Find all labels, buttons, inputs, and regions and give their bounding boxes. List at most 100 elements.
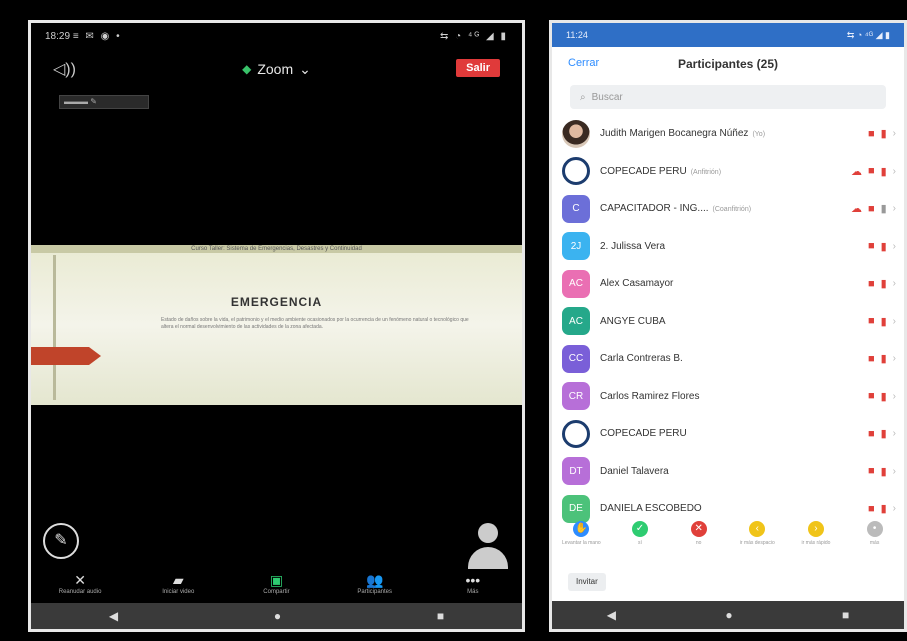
share-icon: ▣ [269,572,284,588]
participant-row[interactable]: CR Carlos Ramirez Flores ■ ▮ › [552,378,904,416]
participant-name-text: Daniel Talavera [600,465,669,477]
reaction-raise-hand[interactable]: ✋ Levantar la mano [556,521,606,561]
reaction-label: ir más rápido [801,540,831,546]
participant-row[interactable]: AC ANGYE CUBA ■ ▮ › [552,303,904,341]
status-bar: 18:29 ≡ ✉ ◉ • ⇆ ◔ ⁴ᴳ ◢ ▮ [31,23,522,49]
meeting-title[interactable]: ◆ Zoom ⌄ [242,61,311,78]
toolbar-label: Compartir [263,589,290,595]
chevron-right-icon: › [892,128,896,140]
slide-decoration [53,255,56,400]
toolbar-participants[interactable]: 👥 Participantes [335,571,415,595]
video-off-icon: ■ [867,240,875,253]
mic-muted-icon: ▮ [880,315,887,328]
participant-status-icons: ■ ▮ › [868,315,896,328]
toolbar-start-video[interactable]: ▰ Iniciar video [138,571,218,595]
speaker-icon[interactable]: ◁)) [53,59,76,79]
mic-muted-icon: ▮ [880,390,887,403]
search-input[interactable]: ⌕ Buscar [570,85,886,109]
participant-name: Carla Contreras B. [600,353,868,364]
mic-off-icon: ✕ [74,572,86,588]
participant-name-text: COPECADE PERU [600,428,687,440]
participant-status-icons: ■ ▮ › [868,390,896,403]
reaction-label: sí [638,540,642,546]
toolbar-share[interactable]: ▣ Compartir [236,571,316,595]
home-icon[interactable]: ● [725,608,732,622]
toolbar-unmute[interactable]: ✕ Reanudar audio [40,571,120,595]
meeting-screen: 18:29 ≡ ✉ ◉ • ⇆ ◔ ⁴ᴳ ◢ ▮ ◁)) ◆ Zoom ⌄ Sa… [28,20,525,632]
participant-name-text: Alex Casamayor [600,278,674,290]
video-off-icon: ■ [867,390,875,403]
participant-row[interactable]: DT Daniel Talavera ■ ▮ › [552,453,904,491]
participant-status-icons: ■ ▮ › [868,465,896,478]
avatar: DE [562,494,590,523]
mic-muted-icon: ▮ [880,353,887,366]
chevron-right-icon: › [892,240,896,252]
participant-name: COPECADE PERU [600,428,868,439]
more-icon: • [866,521,883,537]
search-placeholder: Buscar [591,91,623,103]
back-icon[interactable]: ◀ [109,609,118,623]
participant-role: (Yo) [752,131,766,139]
participants-icon: 👥 [365,572,384,588]
participant-name-text: 2. Julissa Vera [600,240,666,252]
participant-name: Carlos Ramirez Flores [600,391,868,402]
reaction-slower[interactable]: ‹ ir más despacio [732,521,782,561]
toolbar-label: Reanudar audio [58,589,102,595]
participant-row[interactable]: 2J 2. Julissa Vera ■ ▮ › [552,228,904,266]
participant-name: Judith Marigen Bocanegra Núñez (Yo) [600,128,868,139]
android-nav-bar: ◀ ● ■ [31,603,522,629]
avatar [562,119,590,148]
video-off-icon: ■ [867,352,875,365]
participant-row[interactable]: C CAPACITADOR - ING.... (Coanfitrión) ☁ ■ ▮ › [552,190,904,228]
video-off-icon: ■ [867,427,875,440]
participant-role: (Coanfitrión) [712,206,752,214]
slide-arrow [31,347,89,365]
home-icon[interactable]: ● [274,609,281,623]
participant-row[interactable]: Judith Marigen Bocanegra Núñez (Yo) ■ ▮ › [552,115,904,153]
participant-row[interactable]: AC Alex Casamayor ■ ▮ › [552,265,904,303]
active-speaker-chip[interactable]: ▬▬▬ ✎ [59,95,149,109]
participant-row[interactable]: COPECADE PERU ■ ▮ › [552,415,904,453]
avatar: C [562,194,590,223]
status-time: 18:29 [45,30,71,42]
faster-icon: › [807,521,824,537]
participant-status-icons: ■ ▮ › [868,277,896,291]
shield-icon: ◆ [242,62,252,76]
participant-name: Alex Casamayor [600,278,868,289]
chevron-right-icon: › [892,428,896,440]
reaction-more[interactable]: • más [850,521,900,561]
participant-row[interactable]: CC Carla Contreras B. ■ ▮ › [552,340,904,378]
back-icon[interactable]: ◀ [607,608,616,622]
participant-status-icons: ☁ ■ ▮ › [851,165,896,178]
toolbar-label: Iniciar video [162,589,195,595]
annotate-pencil-icon[interactable]: ✎ [43,523,79,559]
participant-name: ANGYE CUBA [600,316,868,327]
participant-name: COPECADE PERU (Anfitrión) [600,166,851,177]
mic-muted-icon: ▮ [880,203,887,216]
participant-row[interactable]: COPECADE PERU (Anfitrión) ☁ ■ ▮ › [552,153,904,191]
recents-icon[interactable]: ■ [842,608,849,622]
reaction-faster[interactable]: › ir más rápido [791,521,841,561]
page-title: Participantes (25) [677,57,779,71]
invite-button[interactable]: Invitar [568,573,606,591]
participant-status-icons: ■ ▮ › [867,127,896,141]
video-off-icon: ▰ [172,572,184,588]
participant-name: CAPACITADOR - ING.... (Coanfitrión) [600,203,851,214]
participant-status-icons: ☁ ■ ▮ › [851,202,896,216]
participant-list: Judith Marigen Bocanegra Núñez (Yo) ■ ▮ › COP… [552,115,904,528]
reactions-bar: ✋ Levantar la mano ✓ sí ✕ no ‹ ir más despacio ›… [552,521,904,561]
video-off-icon: ■ [867,127,875,140]
participant-status-icons: ■ ▮ › [868,240,896,253]
status-bar: 11:24 ⇆ ◔ ⁴ᴳ ◢ ▮ [552,23,904,47]
avatar [562,157,590,186]
slide-arrow-tip [89,347,101,365]
reaction-no[interactable]: ✕ no [674,521,724,561]
close-button[interactable]: Cerrar [568,57,599,69]
leave-button[interactable]: Salir [456,59,500,77]
mic-muted-icon: ▮ [880,278,887,291]
mic-muted-icon: ▮ [880,428,887,441]
android-nav-bar: ◀ ● ■ [552,601,904,629]
reaction-yes[interactable]: ✓ sí [615,521,665,561]
recents-icon[interactable]: ■ [437,609,444,623]
toolbar-more[interactable]: ••• Más [433,571,513,595]
